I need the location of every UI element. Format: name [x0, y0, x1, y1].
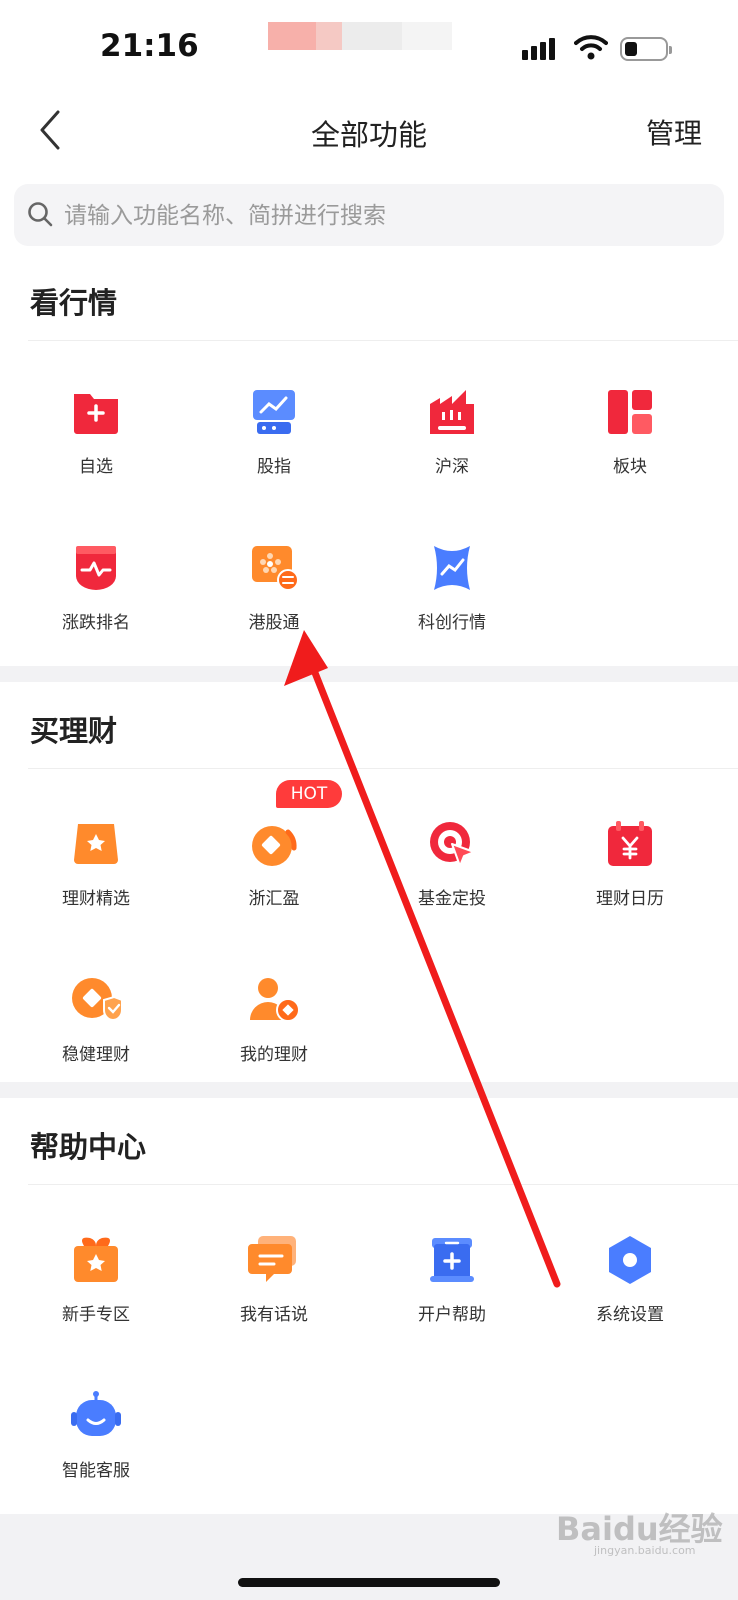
section-wealth: 买理财 理财精选 浙汇盈 基金定投 理财日历 稳健理财 我的理财 — [0, 682, 738, 1082]
item-my-wealth[interactable]: 我的理财 — [194, 974, 354, 1094]
item-label: 理财精选 — [62, 889, 130, 909]
robot-icon — [71, 1391, 121, 1436]
section-help: 帮助中心 新手专区 我有话说 开户帮助 系统设置 智能客服 — [0, 1098, 738, 1514]
item-label: 智能客服 — [62, 1461, 130, 1481]
item-hk-stock-connect[interactable]: 港股通 — [194, 542, 354, 662]
hot-badge: HOT — [276, 780, 342, 808]
item-label: 我有话说 — [240, 1305, 308, 1325]
item-label: 基金定投 — [418, 889, 486, 909]
target-cursor-icon — [430, 822, 475, 867]
item-feedback[interactable]: 我有话说 — [194, 1234, 354, 1354]
page-title: 全部功能 — [310, 118, 427, 152]
blurred-notification — [268, 22, 458, 50]
grid-block-icon — [608, 390, 652, 434]
item-label: 港股通 — [248, 613, 300, 633]
search-box[interactable] — [14, 184, 724, 248]
hexagon-settings-icon — [609, 1236, 651, 1284]
item-label: 理财日历 — [596, 889, 664, 909]
building-icon — [430, 390, 474, 434]
item-label: 沪深 — [435, 457, 469, 477]
item-wealth-calendar[interactable]: 理财日历 — [550, 818, 710, 938]
shield-coin-icon — [72, 978, 122, 1022]
search-bar — [0, 170, 738, 254]
gift-star-icon — [74, 1237, 118, 1282]
item-newbie-zone[interactable]: 新手专区 — [16, 1234, 176, 1354]
item-label: 股指 — [257, 457, 291, 477]
divider — [28, 340, 738, 341]
pulse-shield-icon — [76, 546, 116, 590]
star-bag-icon — [74, 824, 118, 864]
item-label: 我的理财 — [240, 1045, 308, 1065]
coin-swirl-icon — [252, 826, 297, 866]
item-label: 板块 — [613, 457, 647, 477]
item-sectors[interactable]: 板块 — [550, 386, 710, 506]
item-zhehuiying[interactable]: 浙汇盈 — [194, 818, 354, 938]
section-title: 买理财 — [30, 714, 118, 748]
divider — [28, 1184, 738, 1185]
user-coin-icon — [250, 978, 300, 1022]
item-stable-wealth[interactable]: 稳健理财 — [16, 974, 176, 1094]
search-icon — [28, 202, 53, 227]
section-market: 看行情 自选 股指 沪深 板块 涨跌排名 港股通 科创行情 — [0, 254, 738, 666]
tech-chart-icon — [434, 546, 470, 590]
section-title: 看行情 — [30, 286, 118, 320]
yen-calendar-icon — [608, 821, 652, 866]
item-ai-customer-service[interactable]: 智能客服 — [16, 1390, 176, 1510]
item-label: 稳健理财 — [62, 1045, 130, 1065]
status-time: 21:16 — [100, 28, 199, 64]
item-label: 科创行情 — [418, 613, 486, 633]
item-wealth-picks[interactable]: 理财精选 — [16, 818, 176, 938]
chat-bubble-icon — [248, 1236, 296, 1282]
item-label: 浙汇盈 — [248, 889, 300, 909]
search-input[interactable] — [62, 184, 706, 248]
manage-button[interactable]: 管理 — [646, 112, 702, 152]
item-label: 自选 — [79, 457, 113, 477]
item-label: 系统设置 — [596, 1305, 664, 1325]
battery-icon — [620, 37, 672, 61]
item-fund-auto-invest[interactable]: 基金定投 — [372, 818, 532, 938]
nav-bar: 全部功能 管理 — [0, 90, 738, 170]
home-indicator[interactable] — [238, 1578, 500, 1587]
doc-plus-icon — [430, 1238, 474, 1282]
item-shanghai-shenzhen[interactable]: 沪深 — [372, 386, 532, 506]
hk-exchange-icon — [252, 546, 299, 591]
divider — [28, 768, 738, 769]
item-watchlist[interactable]: 自选 — [16, 386, 176, 506]
item-system-settings[interactable]: 系统设置 — [550, 1234, 710, 1354]
watermark-url: jingyan.baidu.com — [594, 1544, 696, 1557]
item-gain-loss-ranking[interactable]: 涨跌排名 — [16, 542, 176, 662]
item-label: 新手专区 — [62, 1305, 130, 1325]
item-stock-index[interactable]: 股指 — [194, 386, 354, 506]
status-bar: 21:16 — [0, 0, 738, 90]
item-label: 涨跌排名 — [62, 613, 130, 633]
item-account-help[interactable]: 开户帮助 — [372, 1234, 532, 1354]
item-label: 开户帮助 — [418, 1305, 486, 1325]
item-star-market[interactable]: 科创行情 — [372, 542, 532, 662]
folder-plus-icon — [74, 394, 118, 434]
wifi-icon — [574, 35, 608, 60]
section-title: 帮助中心 — [30, 1130, 147, 1164]
index-chart-icon — [253, 390, 295, 434]
